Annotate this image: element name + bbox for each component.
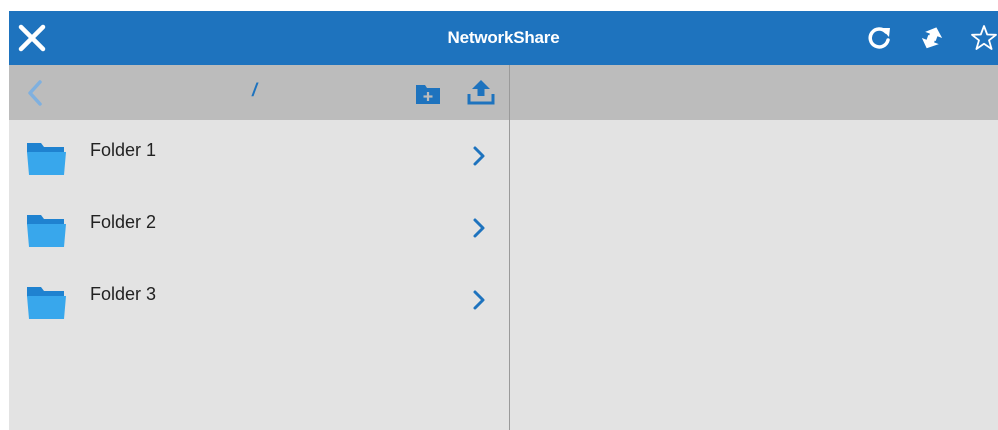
list-item[interactable]: Folder 1 — [9, 120, 509, 192]
star-outline-icon — [971, 25, 997, 50]
folder-icon — [27, 287, 66, 319]
new-folder-button[interactable] — [415, 81, 441, 105]
file-browser-pane: / Folder 1 Folder 2 Folder 3 — [9, 65, 510, 430]
upload-button[interactable] — [467, 79, 495, 105]
list-item-label: Folder 3 — [90, 284, 157, 304]
chevron-right-icon[interactable] — [469, 144, 489, 168]
app-window: NetworkShare / Folder 1 Folder 2 Folder … — [9, 11, 998, 430]
list-item-label: Folder 2 — [90, 212, 157, 232]
chevron-right-icon[interactable] — [469, 216, 489, 240]
browser-toolbar: / — [9, 65, 509, 120]
current-path: / — [252, 80, 258, 100]
favorite-button[interactable] — [969, 23, 998, 53]
folder-icon — [27, 215, 66, 247]
app-title: NetworkShare — [447, 28, 560, 47]
detail-pane — [510, 65, 998, 430]
list-item[interactable]: Folder 3 — [9, 264, 509, 336]
folder-list: Folder 1 Folder 2 Folder 3 — [9, 120, 509, 336]
refresh-button[interactable] — [865, 23, 895, 53]
list-item[interactable]: Folder 2 — [9, 192, 509, 264]
list-item-label: Folder 1 — [90, 140, 157, 160]
new-folder-icon — [416, 85, 440, 104]
refresh-icon — [868, 27, 890, 49]
folder-icon — [27, 143, 66, 175]
sync-button[interactable] — [917, 23, 947, 53]
sync-arrows-icon — [921, 27, 943, 49]
detail-toolbar — [510, 65, 998, 120]
back-button[interactable] — [23, 79, 47, 107]
title-bar: NetworkShare — [9, 11, 998, 65]
chevron-left-icon — [28, 80, 42, 106]
upload-icon — [467, 80, 495, 105]
chevron-right-icon[interactable] — [469, 288, 489, 312]
